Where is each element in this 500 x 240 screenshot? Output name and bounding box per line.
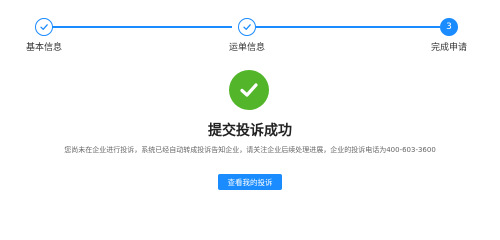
progress-stepper: 3 基本信息 运单信息 完成申请 [0,0,500,60]
step-2-check-icon [238,18,256,36]
step-1-check-icon [35,18,53,36]
step-connector-1 [52,26,232,28]
step-1-label: 基本信息 [25,43,62,53]
step-3-label: 完成申请 [430,43,467,53]
result-title: 提交投诉成功 [208,123,292,139]
step-2-label: 运单信息 [228,43,265,53]
step-connector-2 [256,26,440,28]
result-description: 您尚未在企业进行投诉，系统已经自动转成投诉告知企业，请关注企业后续处理进展，企业… [64,146,436,154]
step-3-number: 3 [440,18,458,36]
view-my-complaints-button[interactable]: 查看我的投诉 [218,174,282,190]
check-circle-icon [229,70,269,110]
